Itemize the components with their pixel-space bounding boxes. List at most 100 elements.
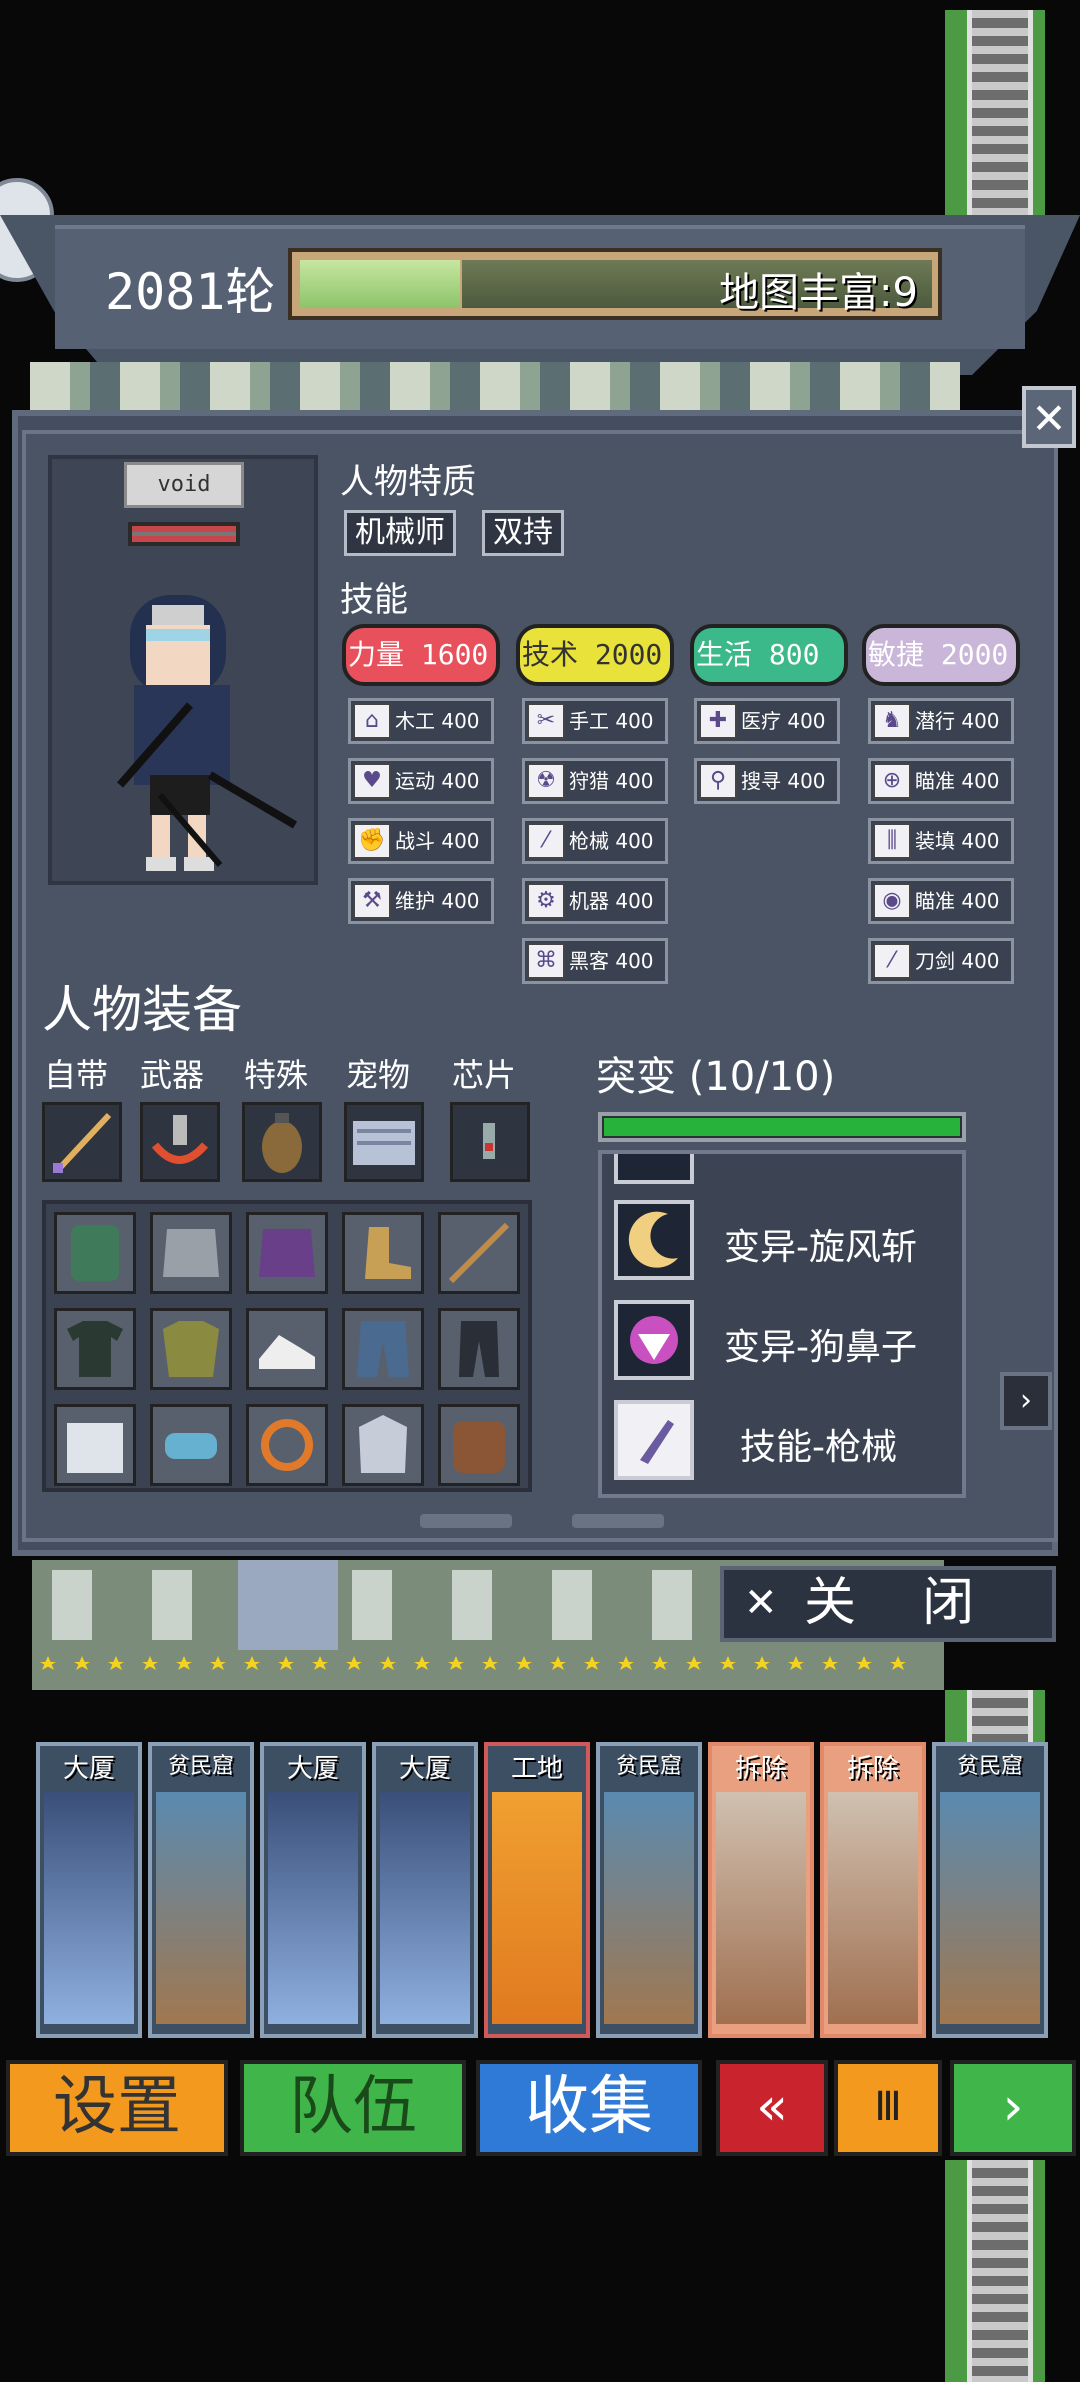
next-page-arrow-icon[interactable]: › xyxy=(1000,1372,1052,1430)
inventory-item[interactable] xyxy=(342,1404,424,1486)
slot-label: 宠物 xyxy=(346,1056,411,1094)
close-button[interactable]: ✕ 关 闭 xyxy=(720,1566,1056,1642)
team-button[interactable]: 队伍 xyxy=(240,2060,466,2156)
crosshair-icon: ⊕ xyxy=(873,763,911,799)
magnifier-icon: ⚲ xyxy=(699,763,737,799)
skill-item[interactable]: ♥ 运动 400 xyxy=(348,758,494,804)
inventory-item[interactable] xyxy=(54,1308,136,1390)
trait-badge[interactable]: 双持 xyxy=(482,510,564,556)
skill-item[interactable]: ⁄ 刀剑 400 xyxy=(868,938,1014,984)
equipment-title: 人物装备 xyxy=(42,981,242,1039)
skill-item[interactable]: ✊ 战斗 400 xyxy=(348,818,494,864)
close-icon: ✕ xyxy=(744,1580,778,1626)
inventory-item[interactable] xyxy=(150,1308,232,1390)
skill-item[interactable]: ⊕ 瞄准 400 xyxy=(868,758,1014,804)
building-card[interactable]: 大厦 xyxy=(260,1742,366,2038)
building-card[interactable]: 大厦 xyxy=(36,1742,142,2038)
building-card[interactable]: 拆除 xyxy=(708,1742,814,2038)
health-bar xyxy=(128,522,240,546)
equip-slot-pet[interactable] xyxy=(344,1102,424,1182)
inventory-item[interactable] xyxy=(342,1212,424,1294)
equip-slot-chip[interactable] xyxy=(450,1102,530,1182)
skill-item[interactable]: ⚒ 维护 400 xyxy=(348,878,494,924)
sneak-icon: ♞ xyxy=(873,703,911,739)
slot-label: 芯片 xyxy=(452,1056,517,1094)
skill-item[interactable]: ⌘ 黑客 400 xyxy=(522,938,668,984)
dog-nose-icon xyxy=(614,1300,694,1380)
gear-icon: ⚙ xyxy=(527,883,565,919)
skill-item[interactable]: ⌂ 木工 400 xyxy=(348,698,494,744)
jeans-icon xyxy=(357,1321,409,1377)
jacket-icon xyxy=(163,1321,219,1377)
settings-button[interactable]: 设置 xyxy=(6,2060,228,2156)
slot-label: 武器 xyxy=(140,1056,205,1094)
inventory-item[interactable] xyxy=(246,1212,328,1294)
skill-item[interactable]: ♞ 潜行 400 xyxy=(868,698,1014,744)
shirt-icon xyxy=(67,1321,123,1377)
map-wealth-bar: 地图丰富:9 xyxy=(288,248,942,320)
inventory-item[interactable] xyxy=(246,1404,328,1486)
medkit-icon: ✚ xyxy=(699,703,737,739)
mutation-item[interactable]: 变异-狗鼻子 xyxy=(612,1298,952,1382)
inventory-item[interactable] xyxy=(54,1404,136,1486)
katana-icon xyxy=(448,1222,510,1284)
building-card[interactable]: 贫民窟 xyxy=(148,1742,254,2038)
equip-slot-innate[interactable] xyxy=(42,1102,122,1182)
circuit-icon: ⌘ xyxy=(527,943,565,979)
equip-slot-weapon[interactable] xyxy=(140,1102,220,1182)
building-card[interactable]: 贫民窟 xyxy=(932,1742,1048,2038)
mutation-item[interactable]: 变异-旋风斩 xyxy=(612,1198,952,1282)
railway-track-bottom xyxy=(945,2160,1045,2382)
inventory-item[interactable] xyxy=(150,1404,232,1486)
inventory-item[interactable] xyxy=(342,1308,424,1390)
skill-item[interactable]: ⚙ 机器 400 xyxy=(522,878,668,924)
ring-icon xyxy=(261,1419,313,1471)
skill-item[interactable]: ✂ 手工 400 xyxy=(522,698,668,744)
skill-category-strength[interactable]: 力量 1600 xyxy=(342,624,500,686)
mutation-progress xyxy=(598,1112,966,1142)
equip-slot-special[interactable] xyxy=(242,1102,322,1182)
building-card[interactable]: 大厦 xyxy=(372,1742,478,2038)
mutation-list[interactable]: 变异-旋风斩 变异-狗鼻子 技能-枪械 xyxy=(598,1150,966,1498)
leather-bag-icon xyxy=(453,1421,505,1473)
pet-box-icon xyxy=(353,1121,415,1165)
scissors-icon: ✂ xyxy=(527,703,565,739)
skill-category-agility[interactable]: 敏捷 2000 xyxy=(862,624,1020,686)
close-icon[interactable]: ✕ xyxy=(1022,386,1076,448)
pause-button[interactable]: Ⅲ xyxy=(834,2060,942,2156)
inventory-item[interactable] xyxy=(438,1404,520,1486)
skill-category-tech[interactable]: 技术 2000 xyxy=(516,624,674,686)
house-icon: ⌂ xyxy=(353,703,391,739)
skill-item[interactable]: ☢ 狩猎 400 xyxy=(522,758,668,804)
inventory-item[interactable] xyxy=(150,1212,232,1294)
building-card[interactable]: 工地 xyxy=(484,1742,590,2038)
inventory-item[interactable] xyxy=(54,1212,136,1294)
hoodie-icon xyxy=(359,1415,407,1473)
skill-item[interactable]: ✚ 医疗 400 xyxy=(694,698,840,744)
building-card[interactable]: 拆除 xyxy=(820,1742,926,2038)
rewind-button[interactable]: « xyxy=(716,2060,828,2156)
collect-button[interactable]: 收集 xyxy=(476,2060,702,2156)
character-sprite xyxy=(116,595,298,871)
character-name: void xyxy=(124,462,244,508)
sword-icon: ⁄ xyxy=(873,943,911,979)
round-counter: 2081轮 xyxy=(105,263,276,321)
skill-category-life[interactable]: 生活 800 xyxy=(690,624,848,686)
trait-badge[interactable]: 机械师 xyxy=(344,510,456,556)
skill-item[interactable]: ⁄ 枪械 400 xyxy=(522,818,668,864)
skill-item[interactable]: ⫼ 装填 400 xyxy=(868,818,1014,864)
next-speed-button[interactable]: › xyxy=(950,2060,1076,2156)
mask-icon xyxy=(165,1433,217,1459)
wrench-icon: ⚒ xyxy=(353,883,391,919)
skill-item[interactable]: ◉ 瞄准 400 xyxy=(868,878,1014,924)
purple-vest-icon xyxy=(259,1229,315,1277)
building-card[interactable]: 贫民窟 xyxy=(596,1742,702,2038)
inventory-item[interactable] xyxy=(438,1212,520,1294)
inventory-item[interactable] xyxy=(246,1308,328,1390)
scroll-indicator xyxy=(572,1514,664,1528)
inventory-item[interactable] xyxy=(438,1308,520,1390)
mutation-item[interactable]: 技能-枪械 xyxy=(612,1398,952,1482)
eye-icon: ◉ xyxy=(873,883,911,919)
gun-icon xyxy=(614,1400,694,1480)
skill-item[interactable]: ⚲ 搜寻 400 xyxy=(694,758,840,804)
